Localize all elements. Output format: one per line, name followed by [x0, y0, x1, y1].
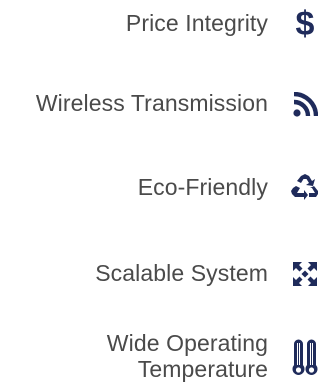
feature-label-line2: Temperature [137, 356, 268, 382]
feature-label: Eco-Friendly [137, 174, 268, 200]
feature-label: Price Integrity [125, 10, 268, 36]
recycle-icon [290, 172, 320, 202]
feature-label-line1: Wide Operating [106, 330, 268, 356]
feature-label: Wide Operating Temperature [0, 330, 268, 382]
feature-label: Wireless Transmission [35, 90, 268, 116]
thermometer-icon [290, 338, 320, 378]
expand-icon [290, 259, 320, 289]
rss-icon [290, 90, 320, 120]
svg-text:$: $ [296, 6, 315, 40]
feature-label: Scalable System [95, 260, 268, 286]
dollar-icon: $ [290, 6, 320, 40]
